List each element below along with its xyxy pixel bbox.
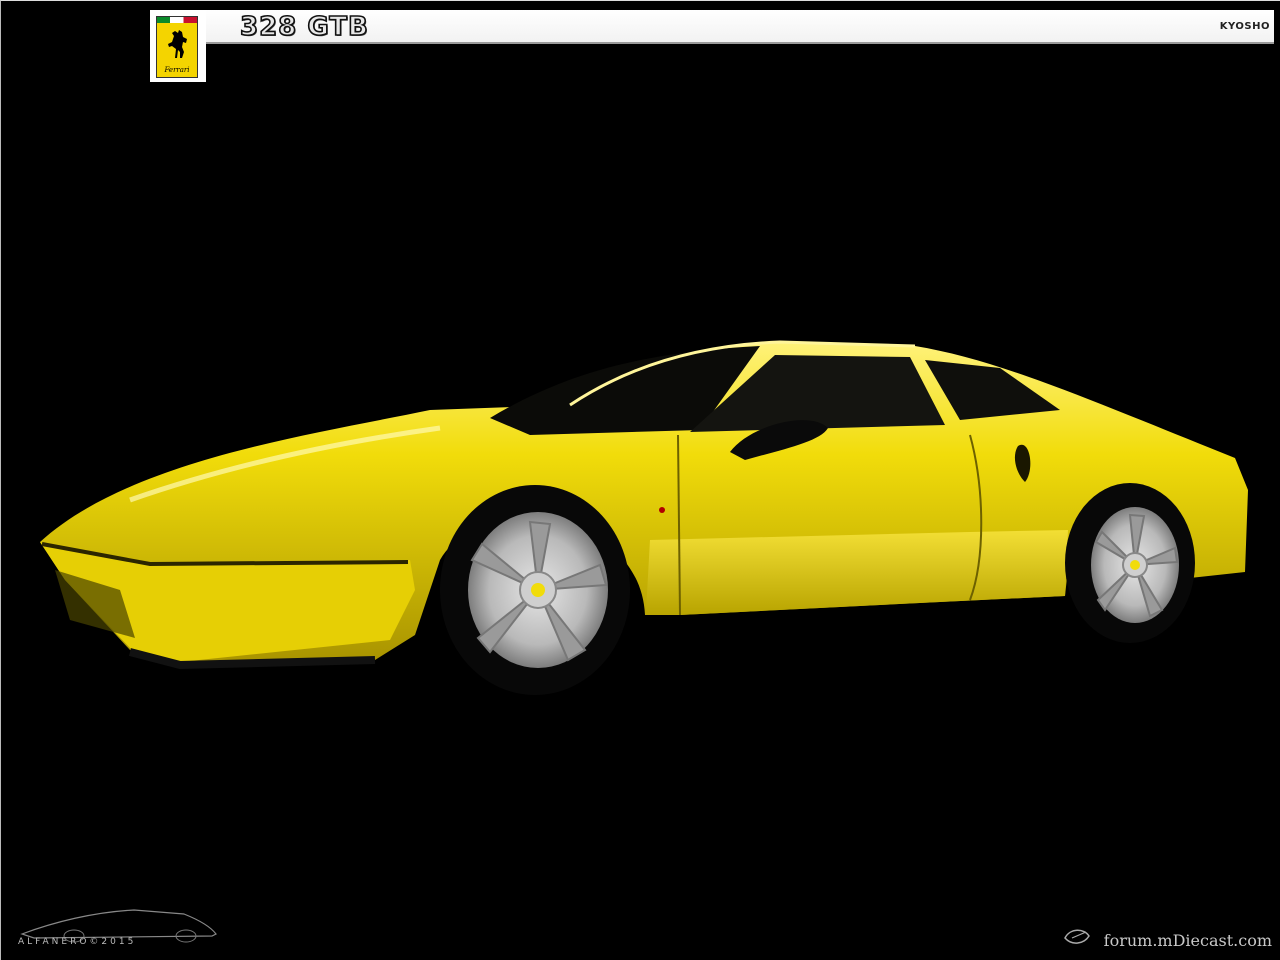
car-side-marker xyxy=(659,507,665,513)
italian-flag-stripe xyxy=(157,17,197,23)
badge-word: Ferrari xyxy=(164,66,190,74)
forum-logo-icon xyxy=(1064,929,1090,944)
rear-wheel xyxy=(1065,483,1195,643)
ferrari-badge: Ferrari xyxy=(156,16,198,78)
photographer-signature: ALFANERO©2015 xyxy=(18,937,137,947)
prancing-horse-icon xyxy=(168,30,187,58)
front-wheel xyxy=(440,485,630,695)
car-side-panel xyxy=(646,530,1068,615)
photo-frame: Ferrari 328 GTB KYOSHO ALFANERO©2015 for… xyxy=(0,0,1280,960)
car-photo xyxy=(40,340,1248,695)
page-title: 328 GTB xyxy=(239,11,369,43)
forum-watermark: forum.mDiecast.com xyxy=(1103,931,1272,950)
brand-label: KYOSHO xyxy=(1219,21,1270,32)
